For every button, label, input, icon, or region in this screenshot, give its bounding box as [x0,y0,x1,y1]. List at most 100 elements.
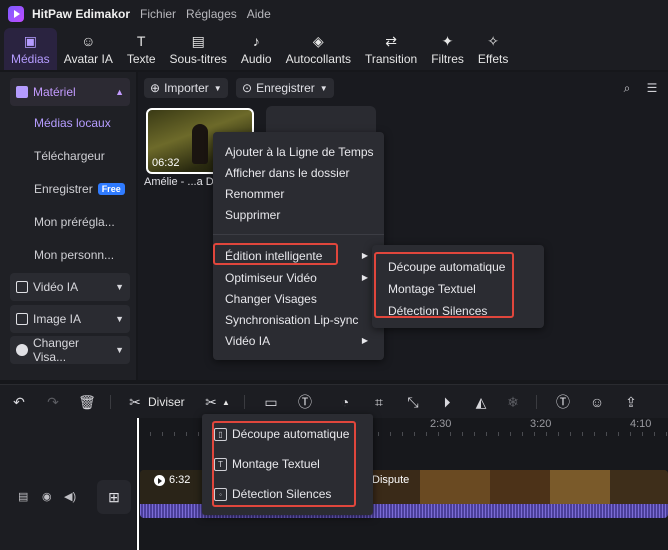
freeze-icon[interactable]: ❄ [504,393,522,411]
menu-show-in-folder[interactable]: Afficher dans le dossier [225,166,350,180]
track-header: ▤ ◉ ◀) ⊞ [0,418,136,550]
caret-down-icon: ▼ [319,83,328,93]
mirror-icon[interactable]: ◭ [472,393,490,411]
ruler-tick [642,432,643,436]
ai-cut-icon[interactable]: ✂ [202,393,220,411]
ruler-label: 3:20 [530,418,552,430]
menu-file[interactable]: Fichier [140,7,176,21]
add-media-button[interactable]: ⊞ [97,480,131,514]
tab-subtitles[interactable]: ▤ Sous-titres [163,28,234,70]
clip-duration-badge: 6:32 [154,474,190,486]
sidebar-item-presets[interactable]: Mon préréglа... [34,215,115,229]
sidebar-item-custom[interactable]: Mon personn... [34,248,114,262]
tab-filters[interactable]: ✦ Filtres [424,28,471,70]
ruler-tick [186,432,187,436]
menu-delete[interactable]: Supprimer [225,208,280,222]
export-clip-icon[interactable]: ⇪ [622,393,640,411]
tab-label: Filtres [431,52,464,66]
ruler-tick [462,432,463,436]
sidebar-group-material[interactable]: Matériel ▲ [10,78,130,106]
import-label: Importer [164,81,209,95]
list-view-icon[interactable]: ☰ [642,78,662,98]
clip-title: Dispute [372,474,410,486]
chevron-right-icon: ▶ [361,251,368,260]
subtitles-icon: ▤ [191,32,205,49]
app-logo-icon [8,6,24,22]
speed-icon[interactable]: ◔ [336,393,354,411]
sidebar-group-label: Vidéo IA [33,280,79,294]
split-label[interactable]: Diviser [148,395,185,409]
menu-divider [213,234,384,235]
ruler-tick [510,432,511,436]
tab-media[interactable]: ▣ Médias [4,28,57,70]
volume-icon[interactable]: ◀) [64,490,76,503]
caret-down-icon: ▼ [213,83,222,93]
highlight-smart-edit [213,243,338,265]
ruler-label: 2:30 [430,418,452,430]
tab-text[interactable]: T Texte [120,28,163,70]
tab-label: Transition [364,52,418,66]
eye-icon[interactable]: ◉ [42,490,52,503]
ruler-tick [198,432,199,436]
sidebar-group-label: Image IA [33,312,82,326]
toolbar-divider [536,395,537,409]
highlight-dropdown [212,421,356,507]
ruler-tick [618,432,619,436]
ruler-tick [606,432,607,436]
sidebar-group-ai-video[interactable]: Vidéo IA ▼ [10,273,130,301]
effects-icon: ✧ [487,32,499,49]
tab-effects[interactable]: ✧ Effets [471,28,515,70]
undo-icon[interactable]: ↶ [10,393,28,411]
sidebar-item-local-media[interactable]: Médias locaux [34,116,111,130]
sidebar-group-label: Changer Visa... [32,336,79,364]
resize-icon[interactable]: ⤡ [404,393,422,411]
playhead[interactable] [137,418,139,550]
face-icon[interactable]: ☺ [588,393,606,411]
record-button[interactable]: ⊙ Enregistrer ▼ [236,78,334,98]
tab-transition[interactable]: ⇄ Transition [358,28,424,70]
free-badge: Free [97,183,125,195]
redo-icon[interactable]: ↷ [44,393,62,411]
menu-ai-video[interactable]: Vidéo IA [225,334,270,348]
scissors-icon[interactable]: ✂ [126,393,144,411]
ruler-tick [546,432,547,436]
ruler-label: 4:10 [630,418,652,430]
ruler-tick [666,432,667,436]
caret-up-icon[interactable]: ▲ [222,398,230,407]
crop-icon[interactable]: ⌗ [370,393,388,411]
ruler-tick [378,432,379,436]
sidebar-item-record[interactable]: Enregistrer Free [34,182,125,196]
title-bar: HitPaw Edimakor Fichier Réglages Aide [0,0,668,28]
caption-icon[interactable]: ▭ [262,393,280,411]
sidebar-group-ai-image[interactable]: Image IA ▼ [10,305,130,333]
search-icon[interactable]: ⌕ [617,78,637,98]
import-button[interactable]: ⊕ Importer ▼ [144,78,228,98]
tab-audio[interactable]: ♪ Audio [234,28,279,70]
menu-video-optimizer[interactable]: Optimiseur Vidéo [225,271,317,285]
sidebar-item-downloader[interactable]: Téléchargeur [34,149,105,163]
tab-stickers[interactable]: ◈ Autocollants [279,28,358,70]
menu-lip-sync[interactable]: Synchronisation Lip-sync [225,313,358,327]
tab-avatar[interactable]: ☺ Avatar IA [57,28,120,70]
play-reverse-icon[interactable]: ⏵ [438,393,456,411]
chevron-down-icon: ▼ [115,314,124,324]
text-tool-icon[interactable]: Ⓣ [296,393,314,411]
ruler-tick [534,432,535,436]
clip-frame [490,470,550,504]
menu-help[interactable]: Aide [247,7,271,21]
delete-icon[interactable]: 🗑 [78,393,96,411]
tab-label: Sous-titres [169,52,227,66]
text-box-icon[interactable]: Ⓣ [554,393,572,411]
menu-face-swap[interactable]: Changer Visages [225,292,317,306]
menu-rename[interactable]: Renommer [225,187,284,201]
film-icon[interactable]: ▤ [18,490,28,503]
menu-settings[interactable]: Réglages [186,7,237,21]
menu-add-to-timeline[interactable]: Ajouter à la Ligne de Temps [225,145,374,159]
clip-duration-text: 6:32 [169,474,191,486]
ruler-tick [582,432,583,436]
tab-label: Médias [11,52,50,66]
sidebar-group-face-swap[interactable]: Changer Visa... ▼ [10,336,130,364]
ruler-tick [570,432,571,436]
video-ai-icon [16,281,28,293]
face-swap-icon [16,344,28,356]
